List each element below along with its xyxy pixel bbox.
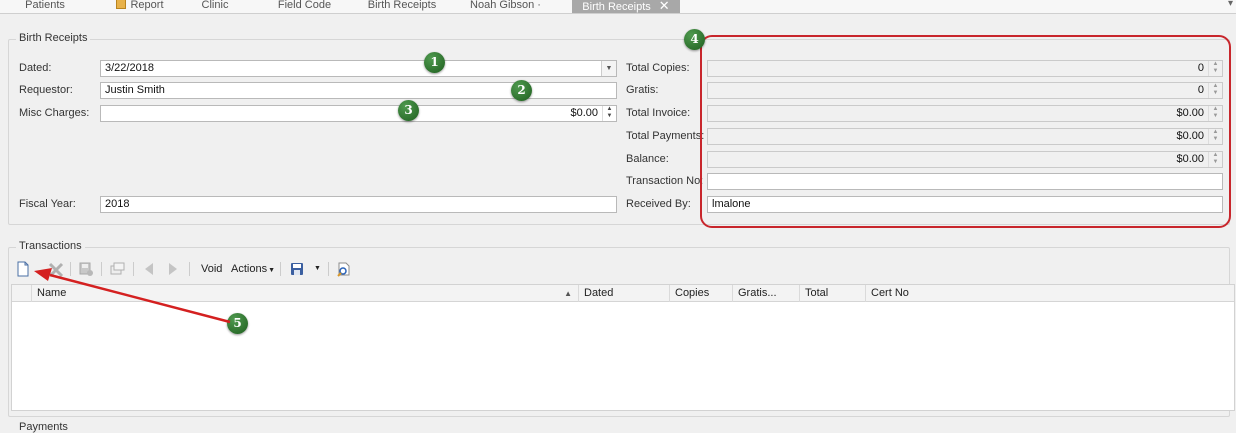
annotation-arrow xyxy=(34,268,231,324)
arrow-head xyxy=(34,268,52,281)
arrow-shaft xyxy=(49,273,231,324)
